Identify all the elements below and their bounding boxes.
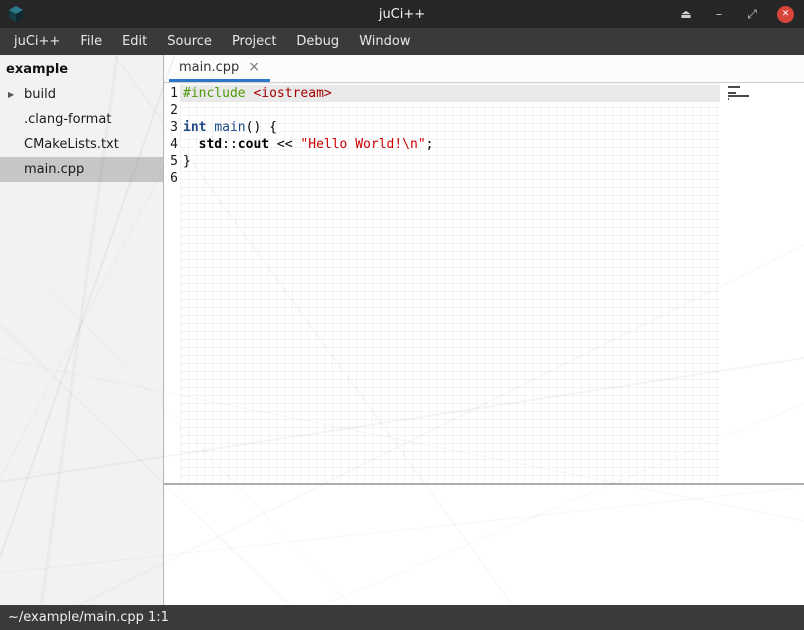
minimap-line xyxy=(728,92,736,94)
menu-item-project[interactable]: Project xyxy=(222,28,286,55)
code-token: #include xyxy=(183,86,246,101)
tree-item-label: .clang-format xyxy=(24,112,111,127)
line-number-gutter: 123456 xyxy=(164,83,180,483)
line-number-2: 2 xyxy=(164,102,180,119)
close-icon: ✕ xyxy=(782,10,790,19)
file-tree: ▶ build .clang-format CMakeLists.txt main.cp… xyxy=(0,82,163,182)
maximize-button[interactable]: ⤢ xyxy=(744,6,760,22)
code-token: } xyxy=(183,154,191,169)
code-token: "Hello World!\n" xyxy=(300,137,425,152)
menu-bar: juCi++FileEditSourceProjectDebugWindow xyxy=(0,28,804,55)
content-area: example ▶ build .clang-format CMakeLists.tx… xyxy=(0,55,804,605)
code-line-2[interactable] xyxy=(180,102,720,119)
tab-label: main.cpp xyxy=(179,60,239,75)
code-line-5[interactable]: } xyxy=(180,153,720,170)
code-token: () { xyxy=(246,120,277,135)
line-number-4: 4 xyxy=(164,136,180,153)
minimap-line xyxy=(728,95,749,97)
app-window: juCi++ ⏏ – ⤢ ✕ juCi++FileEditSourceProjectD… xyxy=(0,0,804,630)
app-icon xyxy=(7,5,25,23)
output-panel[interactable] xyxy=(164,485,804,605)
code-token: cout xyxy=(238,137,269,152)
menu-item-window[interactable]: Window xyxy=(349,28,420,55)
menu-item-file[interactable]: File xyxy=(70,28,112,55)
menu-item-juci[interactable]: juCi++ xyxy=(4,28,70,55)
window-controls: ⏏ – ⤢ ✕ xyxy=(678,0,794,28)
code-token: std xyxy=(199,137,222,152)
tree-item-label: build xyxy=(24,87,56,102)
minimap-line xyxy=(728,86,740,88)
tree-item-label: main.cpp xyxy=(24,162,84,177)
tab-close-icon[interactable]: × xyxy=(248,59,260,75)
menu-item-debug[interactable]: Debug xyxy=(286,28,349,55)
menu-item-source[interactable]: Source xyxy=(157,28,222,55)
code-token: :: xyxy=(222,137,238,152)
code-line-3[interactable]: int main() { xyxy=(180,119,720,136)
code-token: <iostream> xyxy=(253,86,331,101)
close-button[interactable]: ✕ xyxy=(777,6,794,23)
tree-item-build[interactable]: ▶ build xyxy=(0,82,163,107)
tree-item-label: CMakeLists.txt xyxy=(24,137,119,152)
title-bar: juCi++ ⏏–⤢✕ xyxy=(0,0,804,28)
tree-item-main-cpp[interactable]: main.cpp xyxy=(0,157,163,182)
code-line-1[interactable]: #include <iostream> xyxy=(180,85,720,102)
tab-bar: main.cpp × xyxy=(164,55,804,83)
code-token: main xyxy=(214,120,245,135)
expander-icon[interactable]: ▶ xyxy=(8,90,14,99)
code-line-4[interactable]: std::cout << "Hello World!\n"; xyxy=(180,136,720,153)
tree-item-cmakelists-txt[interactable]: CMakeLists.txt xyxy=(0,132,163,157)
project-root-label[interactable]: example xyxy=(0,55,163,82)
line-number-3: 3 xyxy=(164,119,180,136)
minimize-button[interactable]: – xyxy=(711,6,727,22)
menu-item-edit[interactable]: Edit xyxy=(112,28,157,55)
code-editor[interactable]: 123456 #include <iostream>int main() { s… xyxy=(164,83,804,483)
maximize-icon: ⤢ xyxy=(747,8,757,20)
status-file-location: ~/example/main.cpp 1:1 xyxy=(8,610,169,625)
source-minimap[interactable] xyxy=(728,86,754,104)
line-number-1: 1 xyxy=(164,85,180,102)
keep-above-button[interactable]: ⏏ xyxy=(678,6,694,22)
file-tree-panel: example ▶ build .clang-format CMakeLists.tx… xyxy=(0,55,164,605)
editor-column: main.cpp × 123456 #include <iostream>int… xyxy=(164,55,804,605)
tree-item-clang-format[interactable]: .clang-format xyxy=(0,107,163,132)
eject-icon: ⏏ xyxy=(680,8,691,20)
code-token: ; xyxy=(426,137,434,152)
line-number-6: 6 xyxy=(164,170,180,187)
code-line-6[interactable] xyxy=(180,170,720,187)
code-token xyxy=(183,137,199,152)
code-text-area[interactable]: #include <iostream>int main() { std::cou… xyxy=(180,83,720,483)
code-token: << xyxy=(269,137,300,152)
line-number-5: 5 xyxy=(164,153,180,170)
status-bar: ~/example/main.cpp 1:1 xyxy=(0,605,804,630)
tab-main-cpp[interactable]: main.cpp × xyxy=(169,55,270,82)
minimap-line xyxy=(728,98,729,100)
minimize-icon: – xyxy=(716,8,722,20)
code-token: int xyxy=(183,120,206,135)
